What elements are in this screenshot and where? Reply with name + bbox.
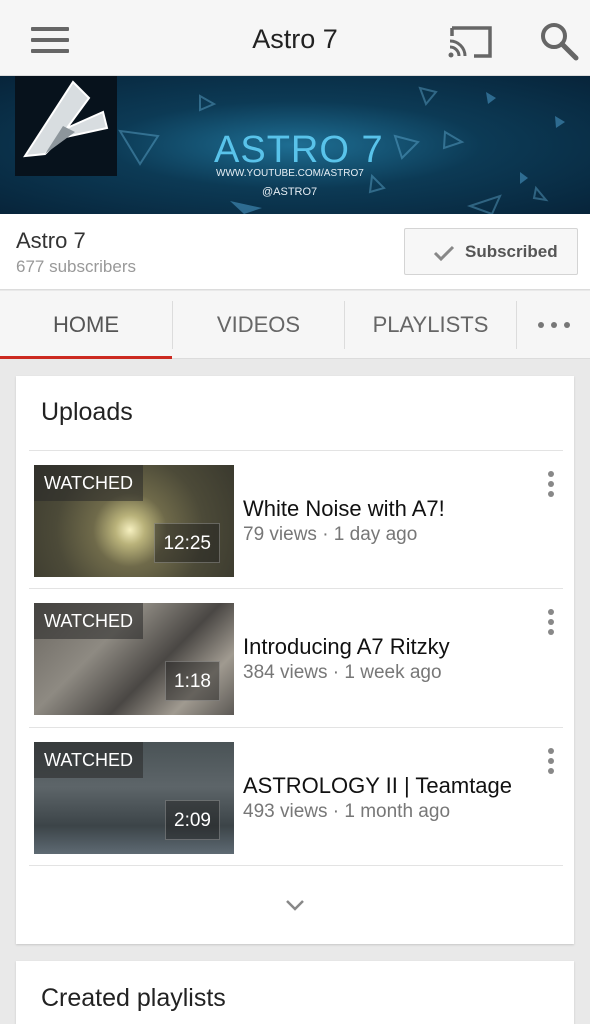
uploads-title: Uploads	[41, 398, 133, 426]
divider	[29, 865, 563, 866]
chevron-down-icon[interactable]	[284, 898, 306, 912]
more-options-icon[interactable]	[546, 471, 556, 499]
more-options-icon[interactable]	[546, 609, 556, 637]
video-meta: 384 views · 1 week ago	[243, 662, 442, 683]
channel-logo	[15, 76, 117, 176]
subscriber-count: 677 subscribers	[16, 257, 137, 276]
video-item[interactable]: WATCHED 12:25 White Noise with A7! 79 vi…	[16, 451, 574, 589]
video-item[interactable]: WATCHED 1:18 Introducing A7 Ritzky 384 v…	[16, 589, 574, 727]
channel-banner: ASTRO 7 WWW.YOUTUBE.COM/ASTRO7 @ASTRO7	[0, 76, 590, 214]
video-thumbnail[interactable]: WATCHED 2:09	[34, 742, 234, 854]
video-meta: 493 views · 1 month ago	[243, 801, 451, 822]
subscribed-button[interactable]: Subscribed	[404, 228, 578, 275]
playlists-card: Created playlists	[16, 961, 574, 1024]
watched-badge: WATCHED	[34, 603, 143, 639]
check-icon	[433, 244, 455, 262]
banner-handle: @ASTRO7	[262, 186, 318, 198]
tab-videos[interactable]: VIDEOS	[173, 291, 344, 359]
video-thumbnail[interactable]: WATCHED 1:18	[34, 603, 234, 715]
video-title[interactable]: ASTROLOGY II | Teamtage	[243, 773, 512, 799]
video-duration: 2:09	[165, 800, 220, 840]
video-duration: 1:18	[165, 661, 220, 701]
tab-divider	[516, 301, 517, 349]
tab-home[interactable]: HOME	[0, 291, 172, 359]
banner-url: WWW.YOUTUBE.COM/ASTRO7	[216, 168, 364, 179]
video-thumbnail[interactable]: WATCHED 12:25	[34, 465, 234, 577]
search-icon[interactable]	[538, 20, 580, 62]
channel-header: Astro 7 677 subscribers Subscribed	[0, 214, 590, 290]
watched-badge: WATCHED	[34, 742, 143, 778]
page-title: Astro 7	[252, 24, 338, 54]
channel-name: Astro 7	[16, 228, 86, 253]
video-duration: 12:25	[154, 523, 220, 563]
app-bar: Astro 7	[0, 0, 590, 76]
playlists-title: Created playlists	[41, 984, 226, 1012]
uploads-card: Uploads WATCHED 12:25 White Noise with A…	[16, 376, 574, 944]
subscribed-label: Subscribed	[465, 242, 558, 261]
active-tab-indicator	[0, 356, 172, 359]
channel-tabs: HOME VIDEOS PLAYLISTS	[0, 291, 590, 359]
more-options-icon[interactable]	[546, 748, 556, 776]
video-title[interactable]: Introducing A7 Ritzky	[243, 634, 450, 660]
video-item[interactable]: WATCHED 2:09 ASTROLOGY II | Teamtage 493…	[16, 728, 574, 866]
more-tabs-icon[interactable]	[518, 291, 590, 359]
tab-playlists[interactable]: PLAYLISTS	[345, 291, 516, 359]
cast-icon[interactable]	[446, 24, 494, 60]
video-title[interactable]: White Noise with A7!	[243, 496, 445, 522]
video-meta: 79 views · 1 day ago	[243, 524, 418, 545]
watched-badge: WATCHED	[34, 465, 143, 501]
banner-title: ASTRO 7	[214, 129, 384, 171]
